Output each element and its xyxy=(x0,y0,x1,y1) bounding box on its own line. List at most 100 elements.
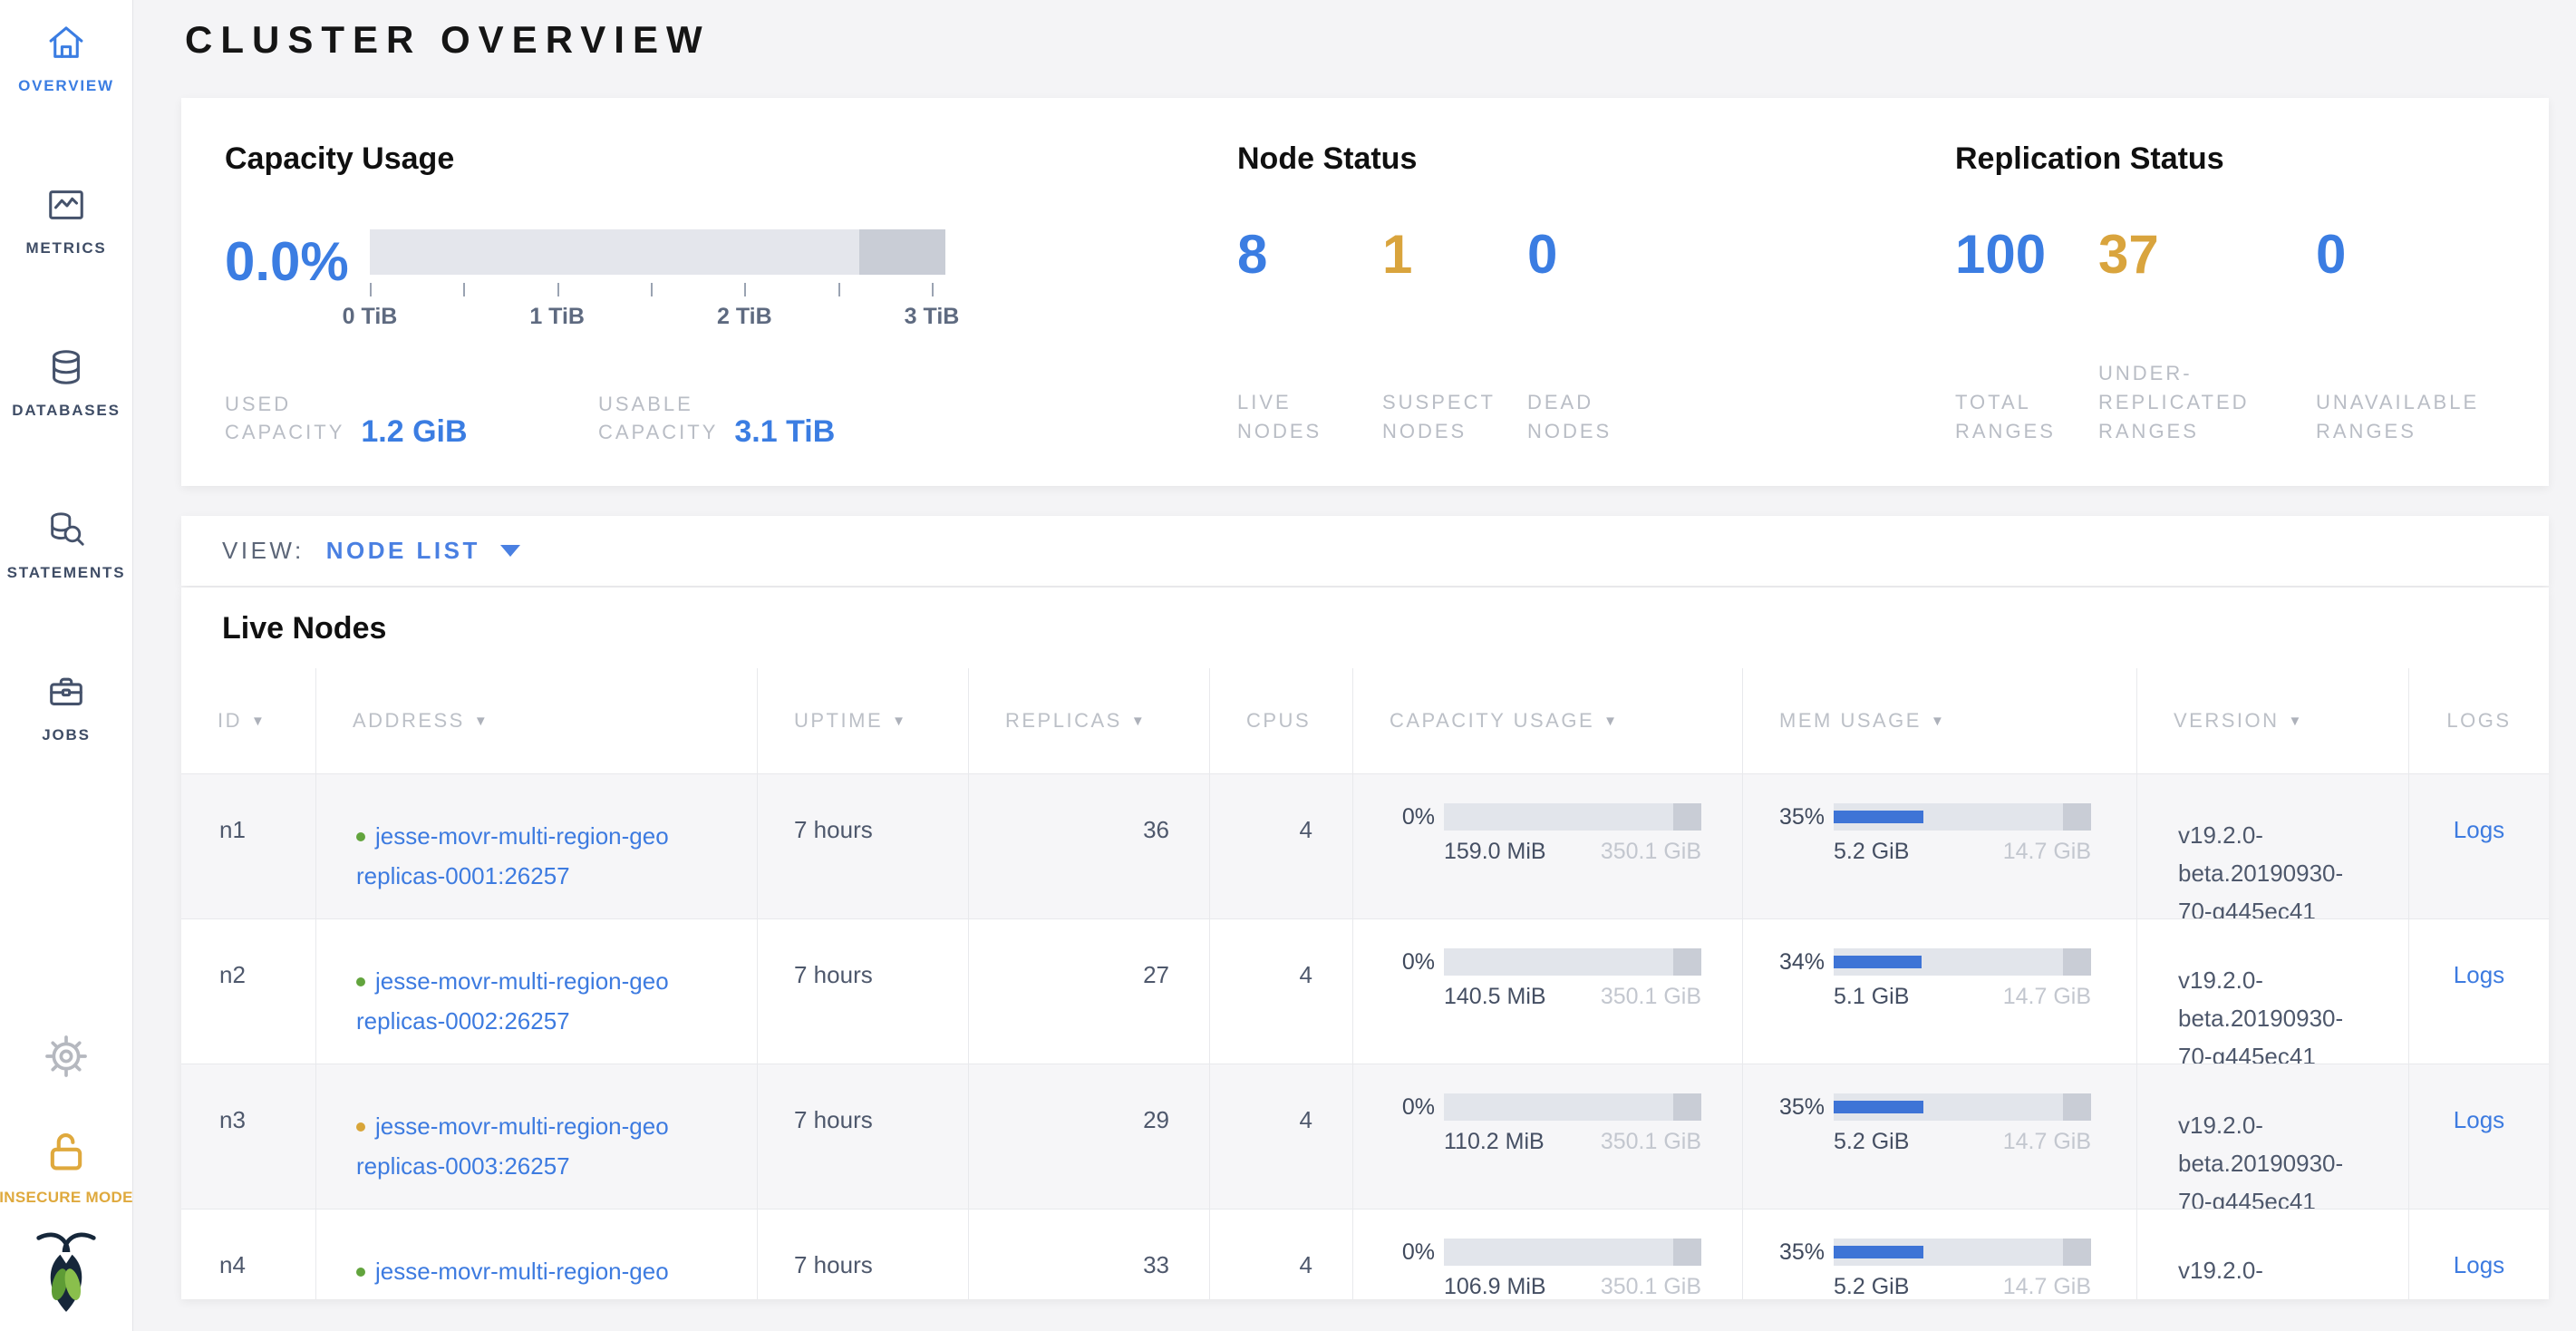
capacity-usage-percent: 0% xyxy=(1353,949,1444,976)
unlocked-padlock-icon xyxy=(43,1128,90,1180)
column-header-memory[interactable]: MEM USAGE▼ xyxy=(1742,668,2136,773)
live-nodes-title: Live Nodes xyxy=(222,611,2549,646)
sort-arrow-icon: ▼ xyxy=(1131,714,1147,729)
capacity-usage-title: Capacity Usage xyxy=(225,141,1237,177)
summary-stat: 0 UNAVAILABLE RANGES xyxy=(2316,177,2549,446)
logs-link[interactable]: Logs xyxy=(2454,1106,2504,1133)
capacity-axis-ticks xyxy=(370,283,932,297)
capacity-usage-bar xyxy=(1444,803,1701,831)
cell-node-id: n4 xyxy=(181,1210,315,1299)
axis-tick xyxy=(463,283,465,296)
insecure-mode-label: INSECURE MODE xyxy=(0,1189,133,1207)
cell-version: v19.2.0- beta.20190930- 70-g445ec41 xyxy=(2136,1064,2408,1209)
stat-value: 0 xyxy=(2316,228,2549,282)
home-icon xyxy=(45,22,87,68)
cell-mem-usage: 35%5.2 GiB14.7 GiB xyxy=(1742,1064,2136,1209)
stat-label: DEAD NODES xyxy=(1527,388,1672,446)
column-header-address[interactable]: ADDRESS▼ xyxy=(315,668,757,773)
cluster-summary-card: Capacity Usage 0.0% 0 TiB1 TiB2 TiB3 TiB… xyxy=(181,98,2549,486)
usable-capacity-value: 3.1 TiB xyxy=(734,414,835,450)
node-address-link[interactable]: jesse-movr-multi-region-geo replicas-000… xyxy=(356,1258,669,1299)
capacity-bar-chart: 0 TiB1 TiB2 TiB3 TiB xyxy=(370,229,945,331)
jobs-icon xyxy=(45,671,87,717)
node-address-link[interactable]: jesse-movr-multi-region-geo replicas-000… xyxy=(356,1112,669,1180)
axis-tick-label: 2 TiB xyxy=(717,304,772,330)
node-address-link[interactable]: jesse-movr-multi-region-geo replicas-000… xyxy=(356,822,669,889)
column-header-id[interactable]: ID▼ xyxy=(181,668,315,773)
insecure-mode-indicator[interactable]: INSECURE MODE xyxy=(0,1128,133,1207)
column-header-label: UPTIME xyxy=(794,709,883,733)
main-content: CLUSTER OVERVIEW Capacity Usage 0.0% 0 T… xyxy=(133,0,2576,1331)
sidebar-item-databases[interactable]: DATABASES xyxy=(7,346,126,420)
capacity-usage-bar xyxy=(1444,1093,1701,1121)
cell-address: jesse-movr-multi-region-geo replicas-000… xyxy=(315,774,757,918)
axis-tick xyxy=(557,283,559,296)
sidebar-item-label: STATEMENTS xyxy=(7,564,126,582)
mem-usage-total-value: 14.7 GiB xyxy=(2003,1274,2091,1299)
mem-usage-used-value: 5.2 GiB xyxy=(1834,839,1909,865)
node-address-link[interactable]: jesse-movr-multi-region-geo replicas-000… xyxy=(356,967,669,1035)
cell-version: v19.2.0- beta.20190930- 70-g445ec41 xyxy=(2136,774,2408,918)
mem-usage-percent: 34% xyxy=(1743,949,1834,976)
column-header-version[interactable]: VERSION▼ xyxy=(2136,668,2408,773)
capacity-axis-labels: 0 TiB1 TiB2 TiB3 TiB xyxy=(370,304,932,331)
node-status-section: Node Status 8LIVE NODES1SUSPECT NODES0DE… xyxy=(1237,98,1955,486)
capacity-usage-bar xyxy=(1444,1239,1701,1266)
sidebar: OVERVIEW METRICS DATABASES STATEMENTS JOBS I… xyxy=(0,0,133,1331)
column-header-label: CAPACITY USAGE xyxy=(1390,709,1594,733)
cell-node-id: n2 xyxy=(181,919,315,1064)
cell-capacity-usage: 0%110.2 MiB 350.1 GiB xyxy=(1352,1064,1742,1209)
capacity-usage-percent: 0% xyxy=(1353,1239,1444,1266)
used-capacity-stat: USED CAPACITY 1.2 GiB xyxy=(225,390,598,446)
capacity-usage-used-value: 106.9 MiB xyxy=(1444,1274,1546,1299)
column-header-label: REPLICAS xyxy=(1005,709,1122,733)
cell-cpus: 4 xyxy=(1209,1210,1352,1299)
capacity-usage-used-value: 159.0 MiB xyxy=(1444,839,1546,865)
mem-usage-used-value: 5.2 GiB xyxy=(1834,1274,1909,1299)
logs-link[interactable]: Logs xyxy=(2454,1251,2504,1278)
live-nodes-card: Live Nodes ID▼ADDRESS▼UPTIME▼REPLICAS▼CP… xyxy=(181,588,2549,1299)
chevron-down-icon[interactable] xyxy=(500,545,520,557)
sort-arrow-icon: ▼ xyxy=(1931,714,1946,729)
sidebar-item-overview[interactable]: OVERVIEW xyxy=(7,22,126,95)
capacity-usage-percent: 0% xyxy=(1353,1094,1444,1121)
settings-button[interactable] xyxy=(43,1033,90,1084)
cell-logs: Logs xyxy=(2408,919,2549,1064)
cell-address: jesse-movr-multi-region-geo replicas-000… xyxy=(315,1064,757,1209)
sort-arrow-icon: ▼ xyxy=(251,714,266,729)
capacity-usage-total-value: 350.1 GiB xyxy=(1601,1129,1701,1155)
sidebar-item-statements[interactable]: STATEMENTS xyxy=(7,509,126,582)
node-status-dot xyxy=(356,1122,365,1132)
sidebar-item-metrics[interactable]: METRICS xyxy=(7,184,126,257)
sidebar-item-label: JOBS xyxy=(42,726,91,744)
logs-link[interactable]: Logs xyxy=(2454,961,2504,988)
used-capacity-label: USED CAPACITY xyxy=(225,390,344,446)
stat-value: 1 xyxy=(1382,228,1527,282)
summary-stat: 37UNDER- REPLICATED RANGES xyxy=(2098,177,2316,446)
view-dropdown[interactable]: NODE LIST xyxy=(326,537,480,565)
stat-label: UNAVAILABLE RANGES xyxy=(2316,388,2549,446)
sidebar-item-jobs[interactable]: JOBS xyxy=(7,671,126,744)
column-header-replicas[interactable]: REPLICAS ▼ xyxy=(968,668,1209,773)
stat-value: 100 xyxy=(1955,228,2098,282)
capacity-usage-used-value: 110.2 MiB xyxy=(1444,1129,1545,1155)
axis-tick-label: 3 TiB xyxy=(905,304,960,330)
column-header-logs: LOGS xyxy=(2408,668,2549,773)
cell-cpus: 4 xyxy=(1209,774,1352,918)
column-header-capacity[interactable]: CAPACITY USAGE▼ xyxy=(1352,668,1742,773)
axis-tick xyxy=(838,283,840,296)
node-status-dot xyxy=(356,977,365,986)
node-status-dot xyxy=(356,832,365,841)
capacity-usage-bar xyxy=(1444,948,1701,976)
cell-capacity-usage: 0%106.9 MiB350.1 GiB xyxy=(1352,1210,1742,1299)
sidebar-item-label: OVERVIEW xyxy=(18,77,114,95)
logs-link[interactable]: Logs xyxy=(2454,816,2504,843)
sidebar-bottom: INSECURE MODE xyxy=(0,1033,133,1331)
databases-icon xyxy=(45,346,87,393)
cockroachdb-logo-icon[interactable] xyxy=(28,1230,104,1318)
cell-replicas: 33 xyxy=(968,1210,1209,1299)
summary-stat: 0DEAD NODES xyxy=(1527,177,1672,446)
mem-usage-total-value: 14.7 GiB xyxy=(2003,1129,2091,1155)
summary-stat: 100TOTAL RANGES xyxy=(1955,177,2098,446)
column-header-uptime[interactable]: UPTIME▼ xyxy=(757,668,968,773)
